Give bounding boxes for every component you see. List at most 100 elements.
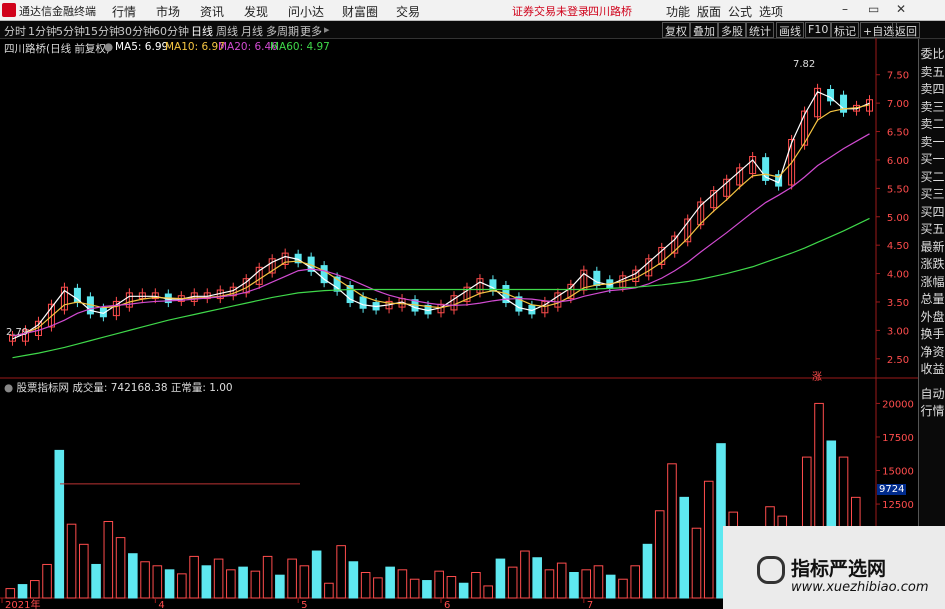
login-warning[interactable]: 证券交易未登录 (512, 3, 589, 19)
normal-volume-value: 正常量: 1.00 (170, 382, 233, 394)
volume-bar (103, 521, 114, 599)
more-chevron-icon[interactable]: ▸ (324, 23, 330, 36)
maximize-button[interactable]: ▭ (868, 2, 879, 16)
menu-faxian[interactable]: 发现 (244, 3, 268, 20)
sidebar-item-14[interactable]: 总量 (919, 290, 945, 307)
price-tick-label: 6.50 (887, 128, 909, 139)
volume-indicator-name: 股票指标网 (16, 382, 70, 394)
chart-grid (0, 38, 918, 609)
volume-bar (348, 561, 359, 599)
period-1min[interactable]: 1分钟 (28, 23, 57, 39)
sidebar-bottom-1[interactable]: 行情 (919, 402, 945, 419)
volume-info: ● 股票指标网 成交量: 742168.38 正常量: 1.00 (4, 380, 233, 395)
menu-gongshi[interactable]: 公式 (728, 3, 752, 20)
menu-bar: 通达信金融终端 行情 市场 资讯 发现 问小达 财富圈 交易 证券交易未登录 四… (0, 0, 945, 21)
menu-gongneng[interactable]: 功能 (666, 3, 690, 20)
period-month[interactable]: 月线 (241, 23, 263, 39)
price-tick-label: 5.50 (887, 184, 909, 195)
volume-bar (311, 550, 322, 599)
settings-icon[interactable]: ● (104, 41, 113, 53)
tool-fuquan[interactable]: 复权 (662, 22, 690, 38)
sidebar-item-18[interactable]: 收益 (919, 360, 945, 377)
tool-tongji[interactable]: 统计 (746, 22, 774, 38)
period-week[interactable]: 周线 (216, 23, 238, 39)
volume-bar (226, 569, 236, 599)
price-tick-label: 3.50 (887, 298, 909, 309)
menu-banmian[interactable]: 版面 (697, 3, 721, 20)
tool-biaoji[interactable]: 标记 (831, 22, 859, 38)
app-logo-icon (2, 3, 16, 17)
sidebar-item-3[interactable]: 卖三 (919, 98, 945, 115)
volume-tick-label: 15000 (882, 467, 914, 478)
sidebar-bottom-0[interactable]: 自动 (919, 385, 945, 402)
sidebar-item-5[interactable]: 卖一 (919, 133, 945, 150)
time-tick-label: 7 (587, 600, 593, 609)
volume-bar (691, 527, 702, 599)
watermark-url: www.xuezhibiao.com (791, 580, 929, 595)
sidebar-item-2[interactable]: 卖四 (919, 80, 945, 97)
menu-shichang[interactable]: 市场 (156, 3, 180, 20)
minimize-button[interactable]: – (842, 2, 848, 16)
volume-bar (336, 545, 346, 599)
sidebar-item-7[interactable]: 买二 (919, 168, 945, 185)
menu-jiaoyi[interactable]: 交易 (396, 3, 420, 20)
tool-diejia[interactable]: 叠加 (690, 22, 718, 38)
sidebar-item-9[interactable]: 买四 (919, 203, 945, 220)
menu-caifuquan[interactable]: 财富圈 (342, 3, 378, 20)
volume-bar (262, 555, 273, 599)
time-tick-label: 6 (444, 600, 450, 609)
candlestick-series (8, 83, 874, 346)
period-toolbar: 分时 1分钟 5分钟 15分钟 30分钟 60分钟 日线 周线 月线 多周期 更… (0, 21, 945, 39)
sidebar-item-12[interactable]: 涨跌 (919, 255, 945, 272)
stock-name-tab[interactable]: 四川路桥 (588, 3, 632, 19)
tool-duogu[interactable]: 多股 (718, 22, 746, 38)
volume-value: 成交量: 742168.38 (72, 382, 168, 394)
sidebar-item-17[interactable]: 净资 (919, 343, 945, 360)
tool-f10[interactable]: F10 (805, 22, 832, 38)
menu-hangqing[interactable]: 行情 (112, 3, 136, 20)
volume-bar (250, 570, 261, 599)
sidebar-item-8[interactable]: 买三 (919, 185, 945, 202)
sidebar-item-15[interactable]: 外盘 (919, 308, 945, 325)
sidebar-item-0[interactable]: 委比 (919, 45, 945, 62)
period-60min[interactable]: 60分钟 (153, 23, 189, 39)
sidebar-item-1[interactable]: 卖五 (919, 63, 945, 80)
price-tick-label: 3.00 (887, 326, 909, 337)
period-5min[interactable]: 5分钟 (56, 23, 85, 39)
period-15min[interactable]: 15分钟 (84, 23, 120, 39)
sidebar-item-11[interactable]: 最新 (919, 238, 945, 255)
sidebar-item-4[interactable]: 卖二 (919, 115, 945, 132)
indicator-dot-icon[interactable]: ● (4, 382, 13, 394)
period-day[interactable]: 日线 (191, 23, 213, 39)
volume-tick-label: 12500 (882, 500, 914, 511)
period-30min[interactable]: 30分钟 (118, 23, 154, 39)
volume-tick-label: 17500 (882, 433, 914, 444)
ma60-value: MA60: 4.97 (270, 41, 330, 53)
volume-bar (703, 480, 714, 599)
volume-bar (471, 572, 481, 599)
menu-zixun[interactable]: 资讯 (200, 3, 224, 20)
volume-bar (17, 584, 28, 599)
sidebar-item-10[interactable]: 买五 (919, 220, 945, 237)
volume-bar (54, 449, 65, 599)
volume-bar (532, 557, 542, 599)
current-volume-tag: 9724 (877, 484, 907, 495)
period-more[interactable]: 更多 (300, 23, 322, 39)
volume-bar (679, 496, 690, 599)
sidebar-item-13[interactable]: 涨幅 (919, 273, 945, 290)
volume-bar (287, 558, 297, 599)
period-fenshi[interactable]: 分时 (4, 23, 26, 39)
ma20-value: MA20: 6.46 (218, 41, 278, 53)
menu-wenxiaoda[interactable]: 问小达 (288, 3, 324, 20)
sidebar-item-16[interactable]: 换手 (919, 325, 945, 342)
sidebar-item-6[interactable]: 买一 (919, 150, 945, 167)
tool-fanhui[interactable]: 返回 (892, 22, 920, 38)
volume-bar (556, 562, 567, 599)
tool-huaxian[interactable]: 画线 (776, 22, 804, 38)
close-button[interactable]: ✕ (896, 2, 906, 16)
period-multi[interactable]: 多周期 (266, 23, 299, 39)
chart-area[interactable]: 2.50 3.00 3.50 4.00 4.50 5.00 5.50 6.00 6.50 7.00… (0, 38, 918, 609)
volume-bar (520, 550, 530, 599)
volume-bar (654, 510, 665, 599)
menu-xuanxiang[interactable]: 选项 (759, 3, 783, 20)
